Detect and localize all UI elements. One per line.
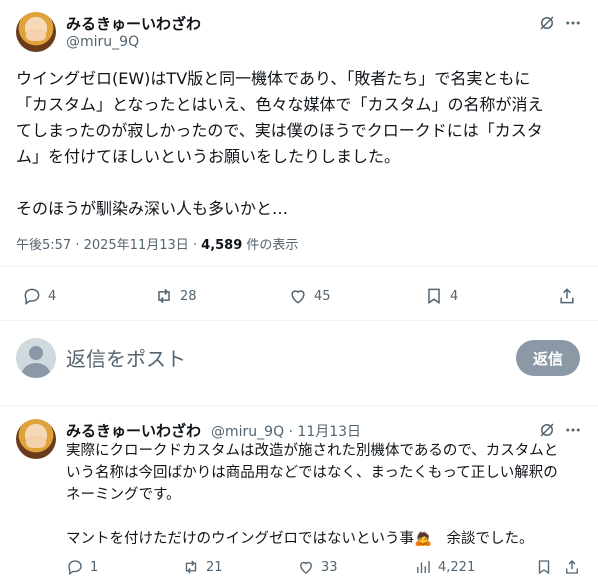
author-handle[interactable]: @miru_9Q	[66, 34, 139, 50]
grok-icon[interactable]	[536, 12, 558, 34]
like-count: 33	[321, 559, 338, 575]
reply-submit-button[interactable]: 返信	[516, 340, 580, 376]
like-button[interactable]: 33	[297, 558, 338, 576]
share-icon	[560, 288, 574, 304]
reply-icon	[68, 560, 82, 576]
views-count: 4,589	[201, 238, 243, 253]
like-icon	[300, 561, 312, 574]
reply-author-handle-date[interactable]: @miru_9Q · 11月13日	[211, 421, 361, 441]
reply-button[interactable]: 4	[22, 286, 56, 306]
more-icon[interactable]	[562, 12, 584, 34]
repost-count: 28	[180, 288, 197, 304]
reply-count: 4	[48, 288, 57, 304]
views-label: 件の表示	[242, 238, 299, 253]
divider	[0, 320, 598, 321]
like-button[interactable]: 45	[288, 286, 331, 306]
repost-count: 21	[206, 559, 223, 575]
repost-icon	[158, 288, 170, 304]
reply-author-avatar[interactable]	[16, 419, 56, 459]
divider	[0, 266, 598, 267]
share-button[interactable]	[563, 558, 581, 576]
bookmark-button[interactable]: 4	[424, 286, 458, 306]
author-avatar[interactable]	[16, 12, 56, 52]
repost-button[interactable]: 28	[154, 286, 197, 306]
reply-button[interactable]: 1	[66, 558, 98, 576]
repost-icon	[185, 560, 197, 574]
views-count: 4,221	[438, 559, 476, 575]
tweet-timestamp[interactable]: 午後5:57 · 2025年11月13日 ·	[16, 238, 201, 253]
reply-tweet-text: 実際にクロークドカスタムは改造が施された別機体であるので、カスタムと いう名称は…	[66, 443, 559, 547]
repost-button[interactable]: 21	[182, 558, 223, 576]
composer-avatar	[16, 338, 56, 378]
reply-icon	[24, 288, 40, 305]
bookmark-icon	[538, 560, 550, 575]
bookmark-count: 4	[450, 288, 459, 304]
like-count: 45	[314, 288, 331, 304]
bookmark-icon	[428, 288, 440, 305]
tweet-meta: 午後5:57 · 2025年11月13日 · 4,589 件の表示	[16, 234, 298, 253]
section-divider	[0, 394, 598, 406]
reply-author-name[interactable]: みるきゅーいわざわ	[66, 420, 201, 441]
views-button[interactable]: 4,221	[414, 558, 475, 576]
reply-input[interactable]: 返信をポスト	[66, 343, 186, 372]
author-name[interactable]: みるきゅーいわざわ	[66, 13, 201, 34]
like-icon	[291, 290, 305, 304]
reply-count: 1	[90, 559, 99, 575]
grok-icon[interactable]	[536, 419, 558, 441]
share-button[interactable]	[557, 286, 577, 306]
share-icon	[566, 560, 578, 574]
more-icon[interactable]	[562, 419, 584, 441]
tweet-text: ウイングゼロ(EW)はTV版と同一機体であり、「敗者たち」で名実ともに 「カスタ…	[16, 69, 544, 218]
views-icon	[417, 561, 430, 573]
bookmark-button[interactable]	[535, 558, 553, 576]
